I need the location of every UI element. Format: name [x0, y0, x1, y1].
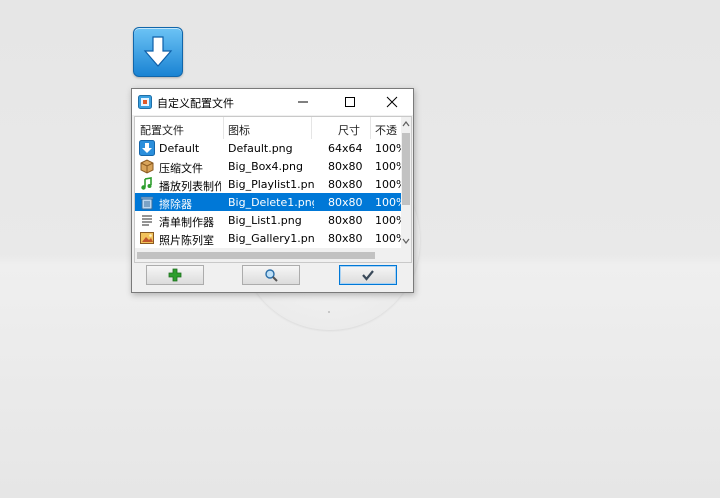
close-icon [386, 96, 398, 108]
title-bar[interactable]: 自定义配置文件 [132, 89, 413, 115]
vertical-scroll-thumb[interactable] [402, 133, 410, 205]
icon-size: 64x64 [328, 142, 363, 155]
icon-size: 80x80 [328, 232, 363, 245]
add-profile-button[interactable] [146, 265, 204, 285]
maximize-icon [345, 97, 355, 107]
column-divider [311, 117, 312, 139]
circle-mark [328, 311, 330, 313]
scrollbar-corner [401, 248, 411, 262]
profile-list[interactable]: 配置文件 图标 尺寸 不透 Default Default.png 64x64 … [134, 116, 412, 263]
app-icon [138, 95, 152, 109]
scroll-down-icon[interactable] [401, 236, 411, 246]
gallery-icon [140, 232, 154, 244]
close-button[interactable] [371, 89, 413, 115]
table-row[interactable]: Default Default.png 64x64 100% [135, 139, 401, 157]
window-title: 自定义配置文件 [157, 97, 234, 110]
list-header: 配置文件 图标 尺寸 不透 [135, 117, 401, 139]
scroll-up-icon[interactable] [401, 119, 411, 129]
opacity: 100% [375, 232, 401, 245]
profile-name: Default [159, 142, 200, 155]
header-opacity[interactable]: 不透 [375, 122, 397, 138]
header-icon[interactable]: 图标 [228, 122, 250, 138]
magnifier-icon [265, 269, 278, 282]
checkmark-icon [362, 270, 374, 281]
icon-size: 80x80 [328, 214, 363, 227]
icon-file: Big_List1.png [228, 214, 302, 227]
icon-size: 80x80 [328, 160, 363, 173]
list-icon [142, 215, 152, 226]
opacity: 100% [375, 196, 401, 209]
maximize-button[interactable] [329, 89, 371, 115]
icon-file: Big_Box4.png [228, 160, 303, 173]
table-row[interactable]: 压缩文件 Big_Box4.png 80x80 100% [135, 157, 401, 175]
column-divider [223, 117, 224, 139]
table-row[interactable]: 照片陈列室 Big_Gallery1.png 80x80 100% [135, 229, 401, 247]
vertical-scrollbar[interactable] [401, 117, 411, 248]
horizontal-scroll-thumb[interactable] [137, 252, 375, 259]
minimize-button[interactable] [282, 89, 324, 115]
header-size[interactable]: 尺寸 [338, 122, 360, 138]
opacity: 100% [375, 160, 401, 173]
profile-name: 照片陈列室 [159, 234, 214, 247]
minimize-icon [298, 101, 308, 103]
custom-profile-window: 自定义配置文件 配置文件 图标 尺寸 不透 Default Default.pn… [131, 88, 414, 293]
profile-name: 擦除器 [159, 198, 192, 211]
confirm-button[interactable] [339, 265, 397, 285]
profile-name: 播放列表制作器 [159, 180, 221, 193]
box-icon [140, 159, 154, 174]
opacity: 100% [375, 214, 401, 227]
opacity: 100% [375, 178, 401, 191]
icon-size: 80x80 [328, 178, 363, 191]
desktop-download-icon[interactable] [133, 27, 183, 77]
table-row[interactable]: 播放列表制作器 Big_Playlist1.png 80x80 100% [135, 175, 401, 193]
profile-name: 清单制作器 [159, 216, 214, 229]
header-profile[interactable]: 配置文件 [140, 122, 184, 138]
icon-file: Big_Gallery1.png [228, 232, 314, 245]
table-row[interactable]: 清单制作器 Big_List1.png 80x80 100% [135, 211, 401, 229]
icon-file: Big_Delete1.png [228, 196, 314, 209]
column-divider [370, 117, 371, 139]
plus-icon [168, 268, 182, 282]
opacity: 100% [375, 142, 401, 155]
icon-file: Big_Playlist1.png [228, 178, 314, 191]
horizontal-scrollbar[interactable] [135, 248, 401, 262]
icon-size: 80x80 [328, 196, 363, 209]
browse-icon-button[interactable] [242, 265, 300, 285]
icon-file: Default.png [228, 142, 293, 155]
trash-icon [140, 196, 154, 210]
table-row[interactable]: 擦除器 Big_Delete1.png 80x80 100% [135, 193, 401, 211]
download-arrow-icon [143, 36, 173, 67]
download-arrow-icon [139, 140, 155, 156]
music-note-icon [141, 177, 152, 190]
profile-name: 压缩文件 [159, 162, 203, 175]
